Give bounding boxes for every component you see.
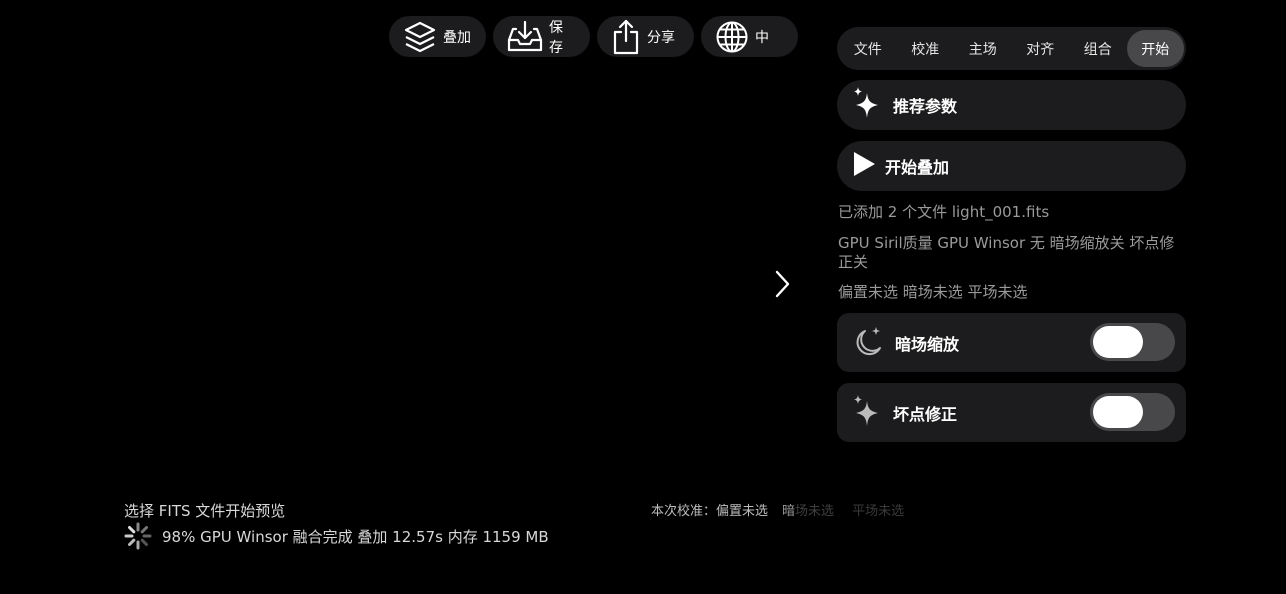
dark-scaling-row: 暗场缩放 [837,313,1186,372]
calibration-dark-a: 暗 [782,504,796,519]
tab-calibration[interactable]: 校准 [897,30,955,67]
layers-icon [403,20,437,54]
dark-scaling-label: 暗场缩放 [895,334,960,354]
tab-combine[interactable]: 组合 [1069,30,1127,67]
switch-knob [1093,326,1143,358]
top-toolbar: 叠加 保存 分享 中 [389,16,798,57]
tab-file[interactable]: 文件 [839,30,897,67]
preview-hint: 选择 FITS 文件开始预览 [124,502,286,520]
tab-align[interactable]: 对齐 [1012,30,1070,67]
spinner-icon [124,522,152,550]
calibration-summary: 偏置未选 暗场未选 平场未选 [838,283,1028,301]
calibration-lead: 本次校准： [651,504,717,519]
share-button-label: 分享 [647,29,675,46]
calibration-bias: 偏置未选 [716,504,769,519]
sparkles-icon [851,393,883,433]
bad-pixel-switch[interactable] [1090,393,1175,431]
share-button[interactable]: 分享 [597,16,694,57]
settings-summary: GPU Siril质量 GPU Winsor 无 暗场缩放关 坏点修正关 [838,234,1175,271]
stack-button-label: 叠加 [443,29,471,46]
stage-tabs: 文件 校准 主场 对齐 组合 开始 [837,27,1186,70]
moon-stars-icon [851,324,885,362]
tab-master[interactable]: 主场 [954,30,1012,67]
sparkles-icon [851,85,883,125]
share-icon [611,19,641,55]
tab-start[interactable]: 开始 [1126,30,1184,67]
save-button-label: 保存 [549,19,563,56]
chevron-right-icon[interactable] [770,268,794,300]
file-count-info: 已添加 2 个文件 light_001.fits [838,203,1050,221]
progress-text: 98% GPU Winsor 融合完成 叠加 12.57s 内存 1159 MB [162,527,549,546]
progress-status: 98% GPU Winsor 融合完成 叠加 12.57s 内存 1159 MB [124,522,549,550]
bad-pixel-row: 坏点修正 [837,383,1186,442]
language-button-label: 中 [755,29,769,46]
current-calibration-status: 本次校准： 偏置未选 暗 场未选 平场未选 [651,500,904,519]
start-stacking-label: 开始叠加 [885,158,950,177]
stack-button[interactable]: 叠加 [389,16,486,57]
start-stacking-button[interactable]: 开始叠加 [837,141,1186,191]
bad-pixel-label: 坏点修正 [893,404,958,424]
calibration-flat: 平场未选 [852,504,905,519]
recommend-params-button[interactable]: 推荐参数 [837,80,1186,130]
recommend-params-label: 推荐参数 [893,97,958,116]
download-tray-icon [507,20,543,54]
language-button[interactable]: 中 [701,16,798,57]
dark-scaling-switch[interactable] [1090,323,1175,361]
calibration-dark-b: 场未选 [795,504,835,519]
switch-knob [1093,396,1143,428]
globe-icon [715,20,749,54]
play-icon [851,150,877,182]
save-button[interactable]: 保存 [493,16,590,57]
